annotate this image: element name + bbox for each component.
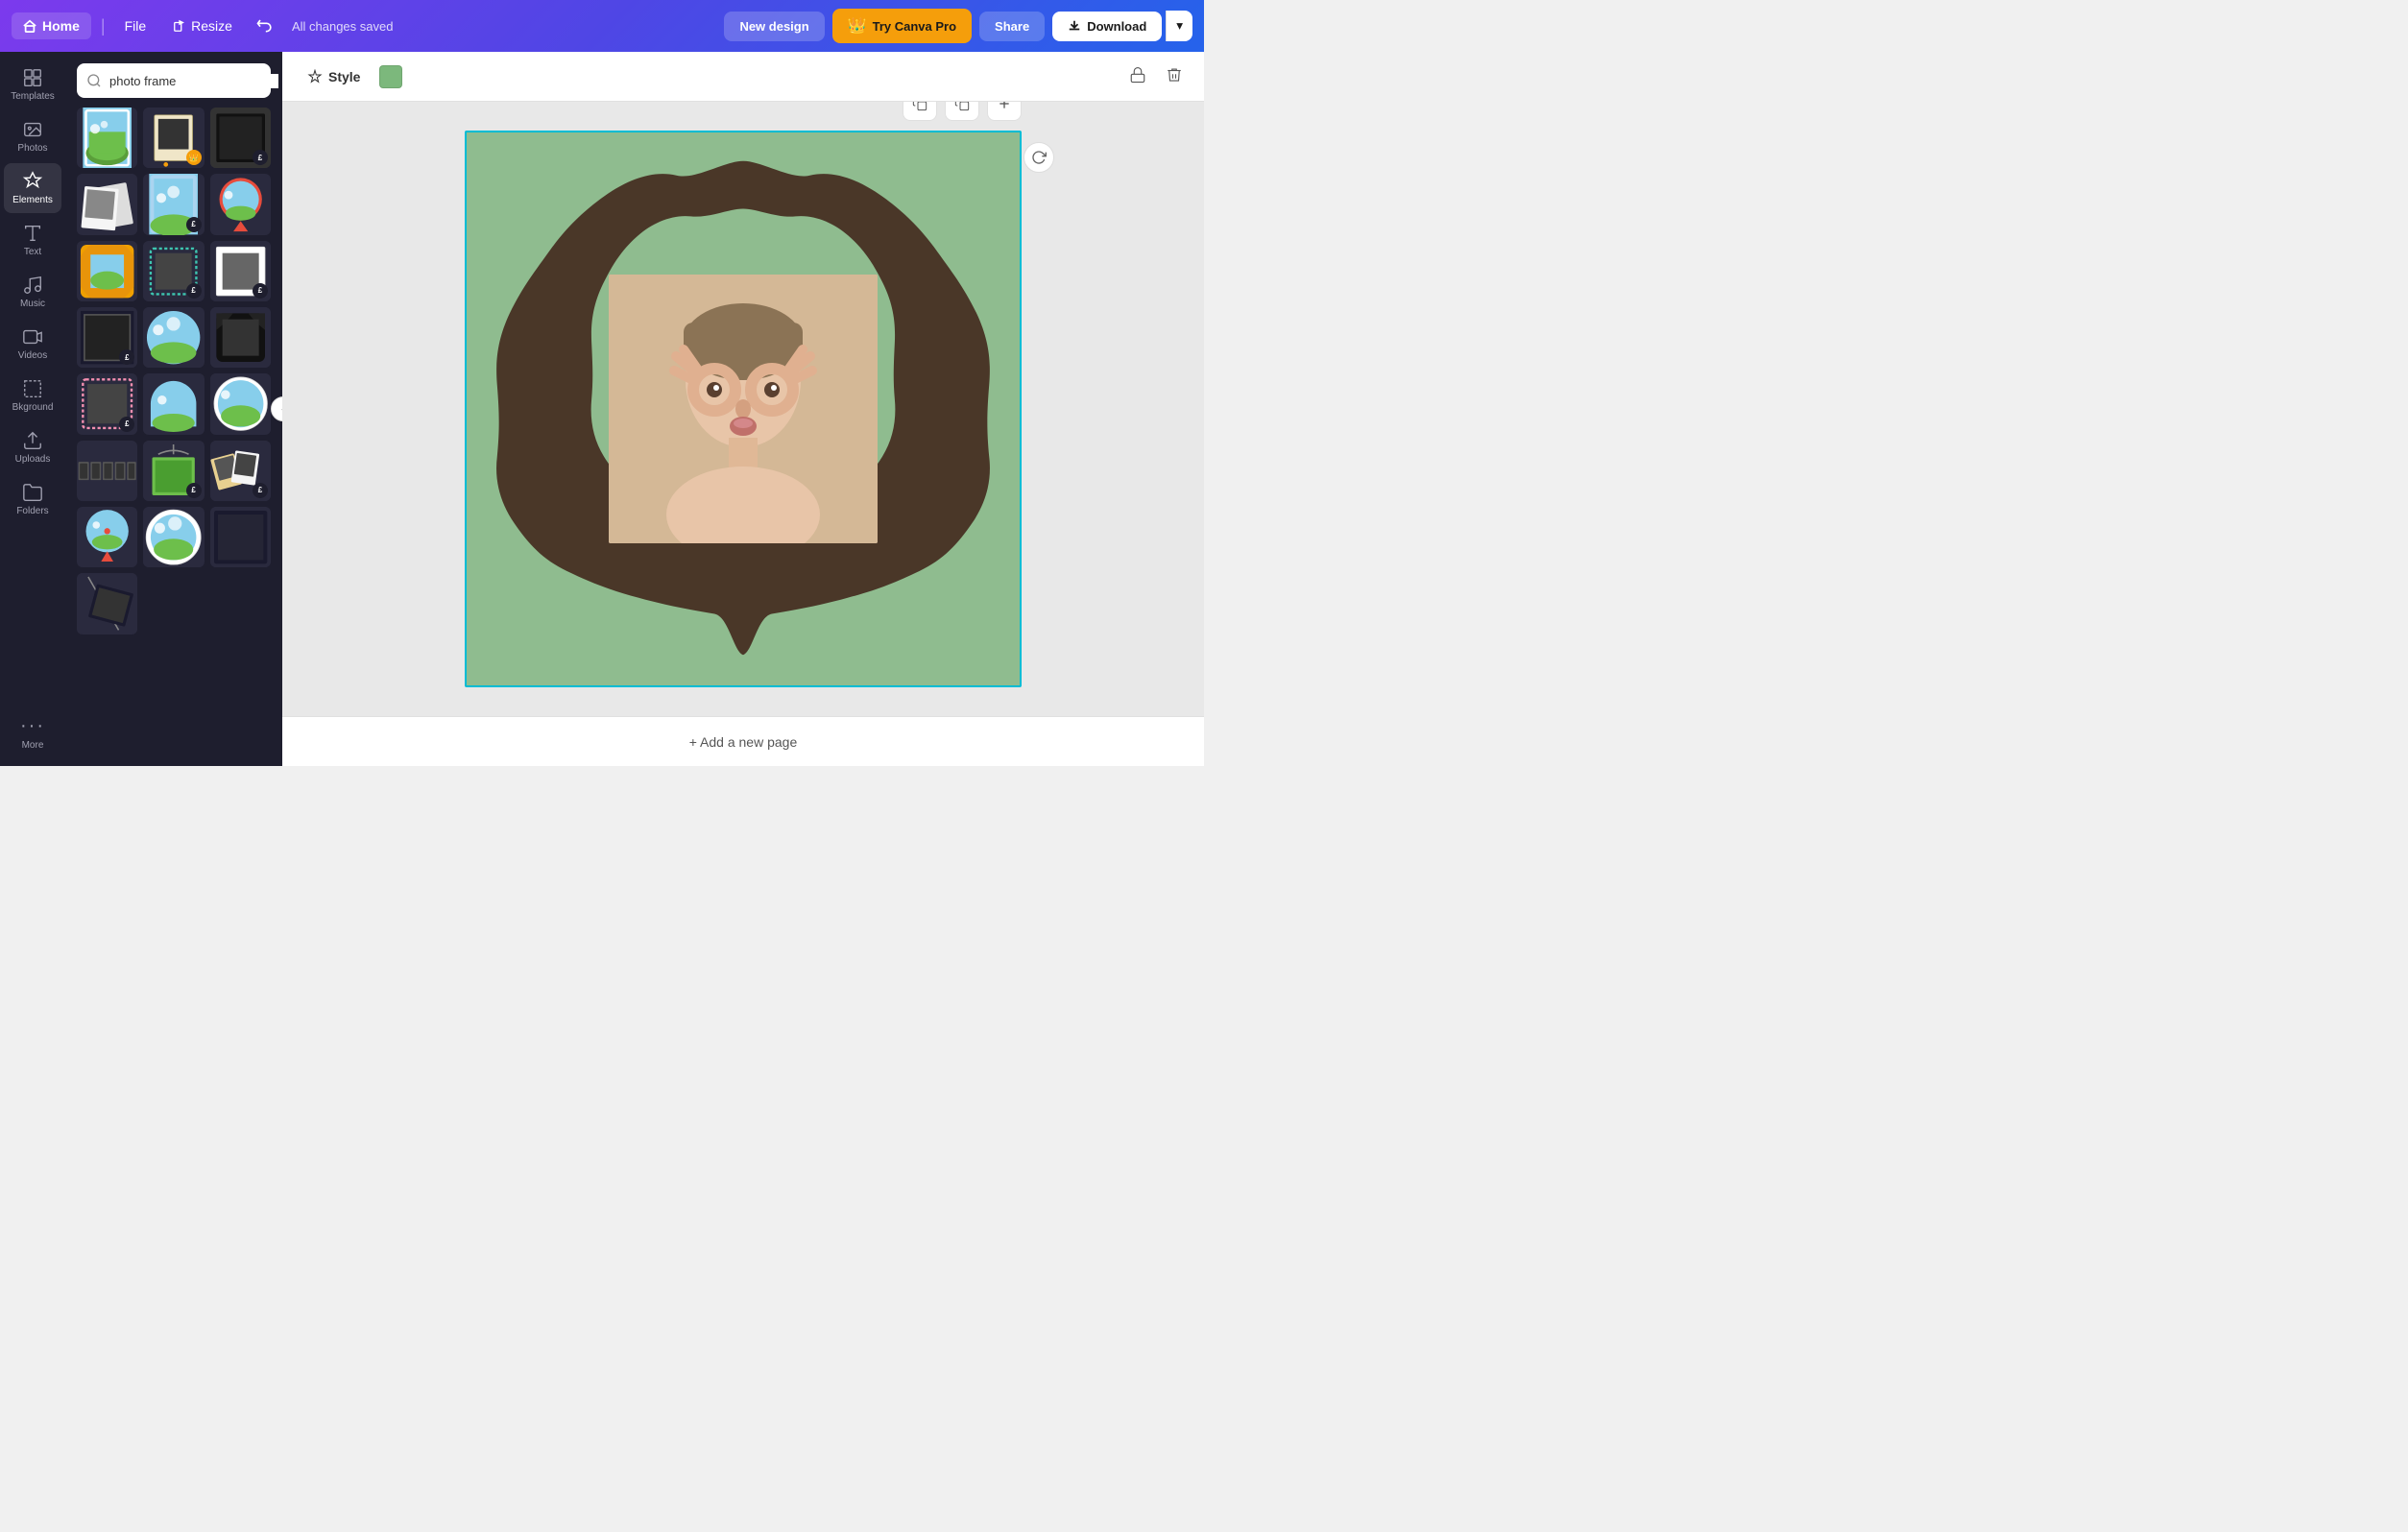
sidebar-item-folders[interactable]: Folders (4, 474, 61, 524)
frame-result-10[interactable]: £ (77, 307, 137, 368)
frame-result-4[interactable] (77, 174, 137, 234)
style-button[interactable]: Style (298, 63, 370, 90)
sidebar-item-music[interactable]: Music (4, 267, 61, 317)
crown-badge: 👑 (186, 150, 202, 165)
main-layout: Templates Photos Elements Text (0, 52, 1204, 766)
frame-result-11[interactable] (143, 307, 204, 368)
resize-button[interactable]: Resize (163, 12, 242, 39)
frame-result-15[interactable] (210, 373, 271, 434)
frame-result-21[interactable] (210, 507, 271, 567)
frame-result-5[interactable]: £ (143, 174, 204, 234)
person-image (609, 275, 878, 543)
frame-result-8[interactable]: £ (143, 241, 204, 301)
pound-badge-13: £ (119, 417, 134, 432)
undo-button[interactable] (250, 10, 280, 43)
frame-result-14[interactable] (143, 373, 204, 434)
canvas-area: Style (282, 52, 1204, 766)
sidebar-music-label: Music (20, 299, 45, 309)
sidebar-item-text[interactable]: Text (4, 215, 61, 265)
search-input[interactable] (109, 74, 278, 88)
nav-separator: | (101, 16, 106, 36)
canvas-scroll-area[interactable] (282, 102, 1204, 716)
sidebar-text-label: Text (24, 247, 41, 257)
duplicate-frame-button[interactable] (903, 102, 937, 121)
frame-result-20[interactable] (143, 507, 204, 567)
color-swatch[interactable] (379, 65, 402, 88)
download-caret-button[interactable]: ▾ (1166, 11, 1192, 41)
frame-result-7[interactable] (77, 241, 137, 301)
try-pro-button[interactable]: 👑 Try Canva Pro (832, 9, 972, 43)
sidebar-item-templates[interactable]: Templates (4, 60, 61, 109)
file-button[interactable]: File (115, 12, 157, 39)
frame-result-2[interactable]: 👑 (143, 108, 204, 168)
sidebar-videos-label: Videos (18, 350, 47, 361)
frame-result-6[interactable] (210, 174, 271, 234)
download-button[interactable]: Download (1052, 12, 1162, 41)
pound-badge-18: £ (253, 483, 268, 498)
copy-frame-button[interactable] (945, 102, 979, 121)
sidebar-item-more[interactable]: ··· More (4, 707, 61, 758)
canvas-main[interactable] (465, 131, 1022, 687)
frame-result-13[interactable]: £ (77, 373, 137, 434)
search-panel: ✕ (65, 52, 282, 766)
add-page-bar[interactable]: + Add a new page (282, 716, 1204, 766)
pound-badge-17: £ (186, 483, 202, 498)
share-button[interactable]: Share (979, 12, 1045, 41)
add-page-button[interactable]: + Add a new page (689, 734, 798, 750)
search-bar: ✕ (77, 63, 271, 98)
frame-result-18[interactable]: £ (210, 441, 271, 501)
sidebar-item-photos[interactable]: Photos (4, 111, 61, 161)
sidebar-item-elements[interactable]: Elements (4, 163, 61, 213)
add-page-plus-button[interactable] (987, 102, 1022, 121)
new-design-button[interactable]: New design (724, 12, 824, 41)
pound-badge-8: £ (186, 283, 202, 299)
left-sidebar: Templates Photos Elements Text (0, 52, 65, 766)
frame-result-22[interactable] (77, 573, 137, 634)
home-label: Home (42, 18, 80, 34)
pound-badge-9: £ (253, 283, 268, 299)
sidebar-folders-label: Folders (16, 506, 48, 516)
search-results-grid: 👑 £ (77, 108, 271, 634)
sidebar-more-label: More (22, 740, 44, 751)
refresh-rotate-button[interactable] (1023, 142, 1054, 173)
style-label: Style (328, 69, 360, 84)
sidebar-elements-label: Elements (12, 195, 53, 205)
pound-badge-5: £ (186, 217, 202, 232)
frame-result-12[interactable] (210, 307, 271, 368)
canvas-wrapper (465, 131, 1022, 687)
canvas-toolbar: Style (282, 52, 1204, 102)
frame-result-17[interactable]: £ (143, 441, 204, 501)
toolbar-right (1123, 60, 1189, 92)
delete-button[interactable] (1160, 60, 1189, 92)
frame-result-9[interactable]: £ (210, 241, 271, 301)
home-button[interactable]: Home (12, 12, 91, 39)
search-icon (86, 73, 102, 88)
frame-result-1[interactable] (77, 108, 137, 168)
sidebar-photos-label: Photos (17, 143, 47, 154)
sidebar-item-videos[interactable]: Videos (4, 319, 61, 369)
sidebar-background-label: Bkground (12, 402, 54, 413)
frame-result-3[interactable]: £ (210, 108, 271, 168)
hide-panel-button[interactable]: ‹ (271, 396, 282, 421)
sidebar-templates-label: Templates (11, 91, 55, 102)
lock-button[interactable] (1123, 60, 1152, 92)
more-dots-icon: ··· (20, 715, 45, 737)
top-navigation: Home | File Resize All changes saved New… (0, 0, 1204, 52)
canvas-float-actions (903, 102, 1022, 121)
sidebar-item-background[interactable]: Bkground (4, 371, 61, 420)
sidebar-item-uploads[interactable]: Uploads (4, 422, 61, 472)
sidebar-uploads-label: Uploads (15, 454, 51, 465)
frame-result-19[interactable] (77, 507, 137, 567)
frame-result-16[interactable] (77, 441, 137, 501)
save-status: All changes saved (292, 19, 394, 34)
